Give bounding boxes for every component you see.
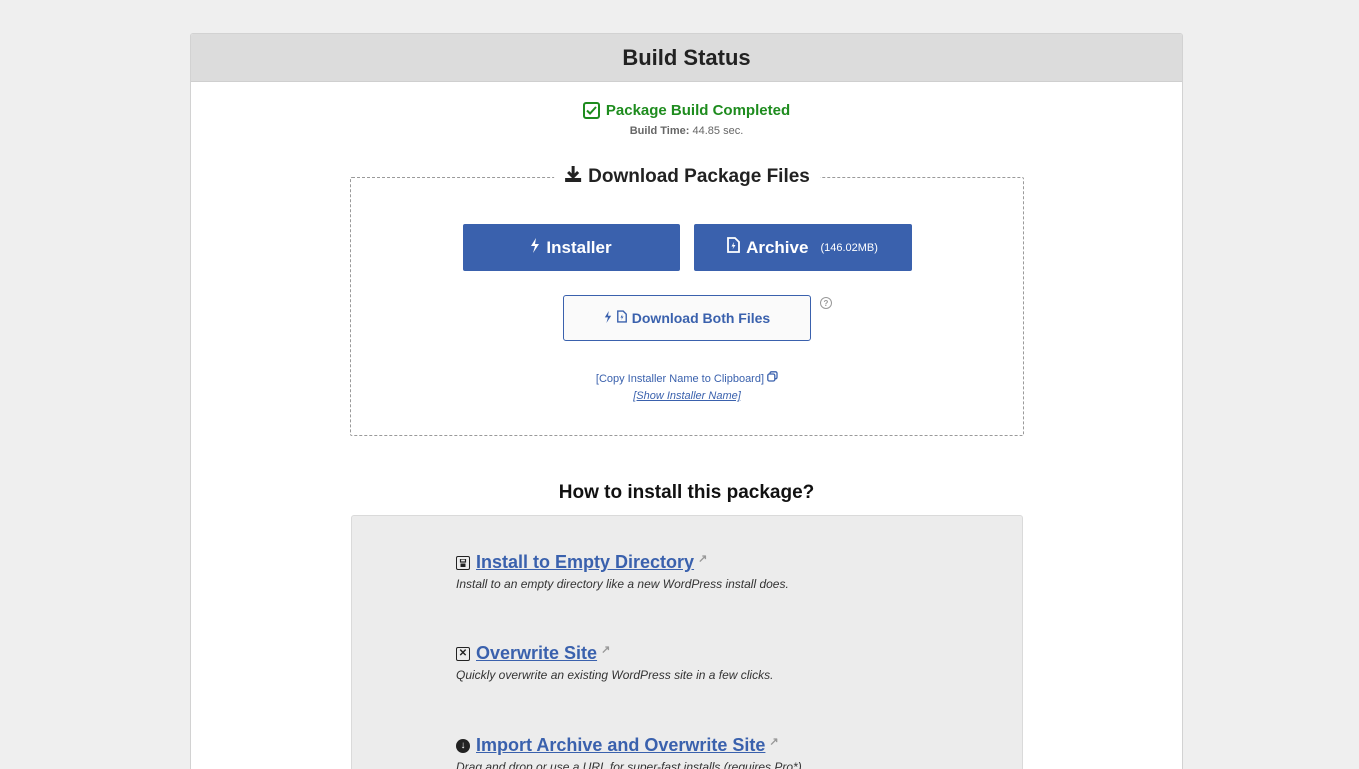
bolt-icon [530,237,540,258]
install-methods-box: Install to Empty Directory ↗ Install to … [351,515,1023,769]
archive-size: (146.02MB) [820,241,878,254]
archive-label: Archive [746,237,809,257]
floppy-disk-icon [456,555,470,570]
build-status-message: Package Build Completed [191,102,1182,119]
download-files-box: Download Package Files Installer Archive… [350,165,1024,436]
external-link-icon[interactable]: ↗ [698,552,707,565]
download-both-label: Download Both Files [631,310,771,326]
download-legend: Download Package Files [554,165,820,189]
close-square-icon: ✕ [456,646,470,661]
install-method-overwrite: ✕ Overwrite Site ↗ Quickly overwrite an … [456,643,773,682]
panel-title: Build Status [191,34,1182,82]
installer-button[interactable]: Installer [462,224,680,271]
status-text: Package Build Completed [605,102,791,119]
arrow-down-circle-icon: ↓ [456,738,470,753]
download-both-wrap: Download Both Files ? [351,295,1023,341]
file-archive-icon [616,310,627,326]
install-section-title: How to install this package? [558,482,815,503]
build-status-panel: Build Status Package Build Completed Bui… [190,33,1183,769]
copy-icon[interactable] [767,371,778,385]
help-icon[interactable]: ? [820,297,832,309]
download-buttons: Installer Archive (146.02MB) [351,224,1023,271]
method-description: Install to an empty directory like a new… [456,577,789,591]
download-both-button[interactable]: Download Both Files ? [563,295,832,341]
show-installer-name-link[interactable]: [Show Installer Name] [351,390,1023,402]
build-time-label: Build Time: [629,125,690,137]
copy-installer-name-link[interactable]: [Copy Installer Name to Clipboard] [596,373,764,385]
copy-installer-name: [Copy Installer Name to Clipboard] [351,371,1023,385]
method-description: Quickly overwrite an existing WordPress … [456,668,774,682]
install-method-empty-dir: Install to Empty Directory ↗ Install to … [456,552,789,591]
build-time-value: 44.85 sec. [692,125,744,137]
build-time: Build Time: 44.85 sec. [191,125,1182,137]
file-archive-icon [727,237,740,258]
import-archive-link[interactable]: Import Archive and Overwrite Site [476,735,765,756]
external-link-icon[interactable]: ↗ [769,735,778,748]
download-legend-text: Download Package Files [588,166,810,187]
archive-button[interactable]: Archive (146.02MB) [693,224,912,271]
installer-label: Installer [546,237,612,257]
install-empty-directory-link[interactable]: Install to Empty Directory [476,552,694,573]
bolt-icon [604,310,612,326]
method-description: Drag and drop or use a URL for super-fas… [456,760,802,769]
install-method-import: ↓ Import Archive and Overwrite Site ↗ Dr… [456,735,802,769]
checkbox-check-icon [582,102,600,119]
external-link-icon[interactable]: ↗ [601,643,610,656]
overwrite-site-link[interactable]: Overwrite Site [476,643,597,664]
download-icon [564,165,582,189]
